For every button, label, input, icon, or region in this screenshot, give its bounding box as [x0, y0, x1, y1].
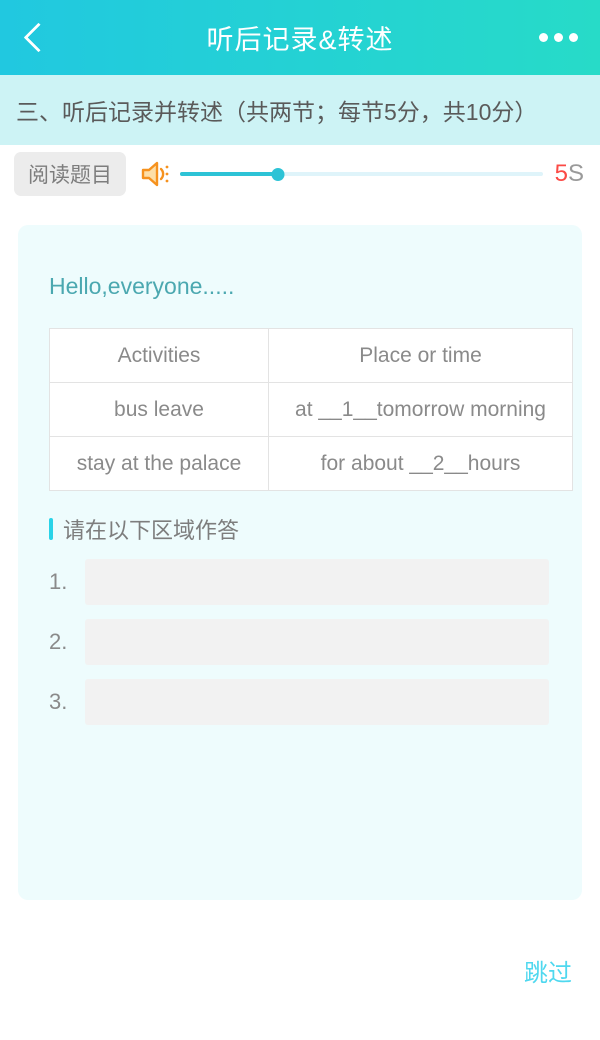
app-header: 听后记录&转述 [0, 0, 600, 75]
skip-button[interactable]: 跳过 [524, 953, 572, 988]
answer-row: 3. [36, 679, 564, 725]
section-subtitle-band: 三、听后记录并转述（共两节；每节5分，共10分） [0, 75, 600, 145]
table-row: stay at the palace for about __2__hours [49, 436, 573, 491]
countdown-unit: S [567, 160, 584, 187]
answer-input-3[interactable] [85, 679, 549, 725]
slider-fill [180, 172, 278, 176]
read-question-button[interactable]: 阅读题目 [14, 152, 126, 196]
table-cell: for about __2__hours [268, 436, 573, 491]
more-horizontal-icon-dot-1 [539, 33, 548, 42]
table-cell: stay at the palace [49, 436, 269, 491]
answer-area-heading-text: 请在以下区域作答 [63, 518, 240, 543]
countdown-value: 5 [554, 160, 568, 187]
table-header-cell: Place or time [268, 328, 573, 383]
back-button[interactable] [22, 16, 66, 60]
table-header-row: Activities Place or time [49, 328, 573, 383]
question-content-card: Hello,everyone..... Activities Place or … [18, 225, 582, 900]
answer-field-list: 1. 2. 3. [36, 559, 564, 725]
more-horizontal-icon-dot-2 [554, 33, 563, 42]
audio-progress-slider[interactable] [180, 159, 543, 189]
table-row: bus leave at __1__tomorrow morning [49, 382, 573, 437]
section-subtitle-text: 三、听后记录并转述（共两节；每节5分，共10分） [16, 99, 538, 125]
table-cell: bus leave [49, 382, 269, 437]
countdown-timer: 5S [555, 160, 584, 188]
chevron-left-icon [23, 22, 54, 53]
answer-area-heading: 请在以下区域作答 [49, 513, 564, 545]
page-title: 听后记录&转述 [206, 25, 394, 55]
answer-input-1[interactable] [85, 559, 549, 605]
notes-table: Activities Place or time bus leave at __… [49, 328, 573, 491]
footer-bar: 跳过 [0, 940, 600, 1000]
speaker-volume-icon[interactable] [140, 159, 174, 189]
table-header-cell: Activities [49, 328, 269, 383]
passage-intro-text: Hello,everyone..... [49, 273, 235, 299]
answer-number-label: 2. [49, 629, 68, 654]
more-horizontal-icon-dot-3 [569, 33, 578, 42]
accent-bar-icon [49, 518, 53, 540]
audio-player-row: 阅读题目 5S [0, 145, 600, 203]
answer-number-label: 3. [49, 689, 68, 714]
more-options-button[interactable] [532, 18, 578, 58]
table-cell: at __1__tomorrow morning [268, 382, 573, 437]
answer-input-2[interactable] [85, 619, 549, 665]
answer-row: 1. [36, 559, 564, 605]
answer-row: 2. [36, 619, 564, 665]
slider-thumb[interactable] [271, 167, 285, 181]
answer-number-label: 1. [49, 569, 68, 594]
